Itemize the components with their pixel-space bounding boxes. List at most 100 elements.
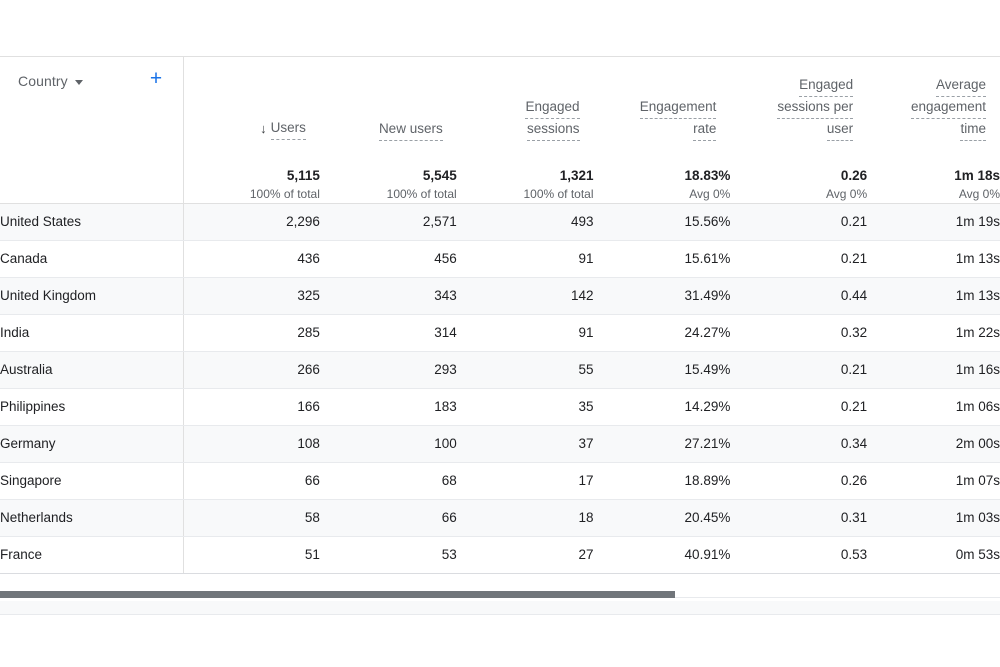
- row-metric-eng_per_user: 0.34: [730, 425, 868, 463]
- column-header-engagement-rate[interactable]: Engagement rate: [593, 57, 731, 147]
- totals-cell-average-engagement-time: 1m 18s Avg 0%: [867, 147, 1000, 204]
- row-metric-eng_sessions: 142: [456, 277, 594, 315]
- row-metric-eng_per_user: 0.32: [730, 314, 868, 352]
- row-metric-new_users: 2,571: [319, 203, 457, 241]
- row-metric-users: 285: [183, 314, 320, 352]
- totals-cell-engaged-sessions: 1,321 100% of total: [456, 147, 594, 204]
- row-metric-eng_rate: 15.49%: [593, 351, 731, 389]
- header-label: rate: [693, 119, 717, 141]
- header-label: time: [960, 119, 986, 141]
- row-metric-users: 266: [183, 351, 320, 389]
- row-metric-eng_sessions: 493: [456, 203, 594, 241]
- table-row[interactable]: Singapore 66 68 17 18.89% 0.26 1m 07s: [0, 462, 1000, 500]
- country-metrics-table: Country + ↓ Users New users Engaged sess…: [0, 57, 1000, 574]
- row-metric-users: 51: [183, 536, 320, 574]
- row-metric-avg_time: 1m 13s: [867, 240, 1000, 278]
- plus-icon[interactable]: +: [147, 68, 165, 89]
- table-row[interactable]: Germany 108 100 37 27.21% 0.34 2m 00s: [0, 425, 1000, 463]
- column-header-average-engagement-time[interactable]: Average engagement time: [867, 57, 1000, 147]
- totals-subtext: Avg 0%: [689, 186, 731, 201]
- row-metric-eng_rate: 15.61%: [593, 240, 731, 278]
- table-row[interactable]: Netherlands 58 66 18 20.45% 0.31 1m 03s: [0, 499, 1000, 537]
- row-metric-users: 2,296: [183, 203, 320, 241]
- row-metric-eng_sessions: 27: [456, 536, 594, 574]
- row-metric-eng_per_user: 0.31: [730, 499, 868, 537]
- dimension-selector[interactable]: Country: [18, 73, 83, 89]
- scrollbar-track[interactable]: [0, 591, 1000, 598]
- row-metric-eng_per_user: 0.26: [730, 462, 868, 500]
- row-metric-avg_time: 1m 22s: [867, 314, 1000, 352]
- row-metric-users: 108: [183, 425, 320, 463]
- totals-cell-users: 5,115 100% of total: [183, 147, 320, 204]
- totals-cell-engagement-rate: 18.83% Avg 0%: [593, 147, 731, 204]
- column-header-engaged-sessions[interactable]: Engaged sessions: [456, 57, 594, 147]
- column-header-new-users[interactable]: New users: [319, 57, 457, 147]
- scrollbar-thumb[interactable]: [0, 591, 675, 598]
- table-row[interactable]: Australia 266 293 55 15.49% 0.21 1m 16s: [0, 351, 1000, 389]
- row-dimension-label[interactable]: Netherlands: [0, 499, 184, 537]
- row-dimension-label[interactable]: Philippines: [0, 388, 184, 426]
- totals-subtext: Avg 0%: [958, 186, 1000, 201]
- row-metric-eng_rate: 15.56%: [593, 203, 731, 241]
- header-label: engagement: [910, 97, 986, 119]
- row-metric-eng_rate: 31.49%: [593, 277, 731, 315]
- row-dimension-label[interactable]: India: [0, 314, 184, 352]
- header-label: Average: [935, 75, 986, 97]
- footer-spacer: [0, 601, 1000, 615]
- row-metric-new_users: 343: [319, 277, 457, 315]
- column-header-users[interactable]: ↓ Users: [183, 57, 320, 147]
- totals-value: 5,545: [422, 167, 457, 183]
- table-row[interactable]: United Kingdom 325 343 142 31.49% 0.44 1m 13s: [0, 277, 1000, 315]
- row-dimension-label[interactable]: United States: [0, 203, 184, 241]
- totals-subtext: 100% of total: [523, 186, 594, 201]
- header-text-row: ↓ Users: [260, 118, 306, 141]
- row-metric-new_users: 100: [319, 425, 457, 463]
- row-metric-avg_time: 1m 16s: [867, 351, 1000, 389]
- row-metric-avg_time: 1m 19s: [867, 203, 1000, 241]
- row-metric-avg_time: 2m 00s: [867, 425, 1000, 463]
- header-label: user: [826, 119, 854, 141]
- horizontal-scrollbar[interactable]: [0, 588, 1000, 600]
- table-row[interactable]: India 285 314 91 24.27% 0.32 1m 22s: [0, 314, 1000, 352]
- totals-subtext: 100% of total: [386, 186, 457, 201]
- report-table-container: Country + ↓ Users New users Engaged sess…: [0, 56, 1000, 574]
- header-label: Engaged: [525, 97, 580, 119]
- row-metric-eng_sessions: 37: [456, 425, 594, 463]
- row-metric-eng_sessions: 91: [456, 314, 594, 352]
- row-metric-eng_rate: 20.45%: [593, 499, 731, 537]
- header-label: sessions per: [777, 97, 854, 119]
- table-body: United States 2,296 2,571 493 15.56% 0.21 1m 1…: [0, 203, 1000, 574]
- arrow-down-icon[interactable]: ↓: [260, 122, 267, 136]
- chevron-down-icon[interactable]: [74, 79, 83, 85]
- row-metric-avg_time: 1m 07s: [867, 462, 1000, 500]
- table-row[interactable]: France 51 53 27 40.91% 0.53 0m 53s: [0, 536, 1000, 574]
- row-dimension-label[interactable]: Germany: [0, 425, 184, 463]
- row-dimension-label[interactable]: Canada: [0, 240, 184, 278]
- row-metric-eng_rate: 24.27%: [593, 314, 731, 352]
- table-row[interactable]: United States 2,296 2,571 493 15.56% 0.21 1m 1…: [0, 203, 1000, 241]
- row-dimension-label[interactable]: United Kingdom: [0, 277, 184, 315]
- row-metric-avg_time: 1m 13s: [867, 277, 1000, 315]
- header-label: Users: [270, 118, 306, 140]
- row-metric-users: 325: [183, 277, 320, 315]
- row-metric-avg_time: 1m 03s: [867, 499, 1000, 537]
- column-header-engaged-sessions-per-user[interactable]: Engaged sessions per user: [730, 57, 868, 147]
- table-header: Country + ↓ Users New users Engaged sess…: [0, 57, 1000, 147]
- row-metric-eng_rate: 14.29%: [593, 388, 731, 426]
- row-dimension-label[interactable]: Singapore: [0, 462, 184, 500]
- row-dimension-label[interactable]: France: [0, 536, 184, 574]
- row-metric-new_users: 68: [319, 462, 457, 500]
- row-dimension-label[interactable]: Australia: [0, 351, 184, 389]
- row-metric-eng_sessions: 55: [456, 351, 594, 389]
- row-metric-eng_sessions: 18: [456, 499, 594, 537]
- table-row[interactable]: Philippines 166 183 35 14.29% 0.21 1m 06s: [0, 388, 1000, 426]
- totals-subtext: 100% of total: [249, 186, 320, 201]
- row-metric-eng_per_user: 0.53: [730, 536, 868, 574]
- totals-cell-new-users: 5,545 100% of total: [319, 147, 457, 204]
- header-label: New users: [378, 119, 443, 141]
- totals-value: 1,321: [559, 167, 594, 183]
- row-metric-eng_per_user: 0.44: [730, 277, 868, 315]
- table-row[interactable]: Canada 436 456 91 15.61% 0.21 1m 13s: [0, 240, 1000, 278]
- row-metric-avg_time: 0m 53s: [867, 536, 1000, 574]
- totals-row: 5,115 100% of total 5,545 100% of total …: [0, 147, 1000, 204]
